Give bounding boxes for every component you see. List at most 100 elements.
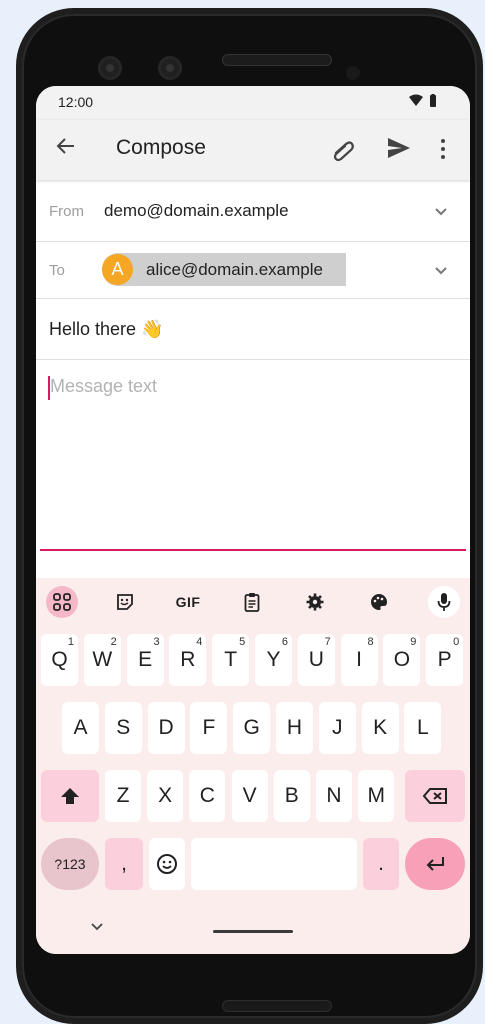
recipient-avatar: A (102, 254, 133, 285)
from-field[interactable]: From demo@domain.example (36, 182, 470, 242)
chevron-down-icon[interactable] (434, 266, 448, 276)
more-options-icon[interactable] (436, 136, 450, 162)
key-x[interactable]: X (147, 770, 184, 822)
gesture-nav-bar[interactable] (213, 930, 293, 933)
key-label: R (180, 648, 196, 671)
sticker-icon[interactable] (109, 586, 141, 618)
key-hint: 8 (367, 636, 374, 648)
key-f[interactable]: F (190, 702, 228, 754)
key-label: D (158, 716, 174, 739)
key-label: L (417, 716, 429, 739)
key-w[interactable]: W2 (83, 634, 121, 686)
key-b[interactable]: B (273, 770, 310, 822)
key-label: U (308, 648, 324, 671)
apps-grid-icon[interactable] (46, 586, 78, 618)
battery-icon (430, 95, 436, 107)
recipient-email: alice@domain.example (146, 260, 323, 279)
key-s[interactable]: S (104, 702, 142, 754)
send-icon[interactable] (386, 135, 412, 161)
screen: 12:00 Compose From demo@domain.example T… (36, 86, 470, 954)
message-placeholder: Message text (50, 376, 158, 396)
settings-gear-icon[interactable] (299, 586, 331, 618)
key-j[interactable]: J (318, 702, 356, 754)
microphone-icon[interactable] (428, 586, 460, 618)
chevron-down-icon[interactable] (434, 207, 448, 217)
key-c[interactable]: C (189, 770, 226, 822)
back-arrow-icon[interactable] (54, 134, 78, 158)
recipient-chip[interactable]: A alice@domain.example (102, 253, 346, 286)
from-label: From (49, 203, 84, 220)
period-key[interactable]: . (363, 838, 399, 890)
key-label: E (138, 648, 153, 671)
key-q[interactable]: Q1 (41, 634, 78, 686)
gif-button[interactable]: GIF (172, 586, 204, 618)
key-hint: 4 (196, 636, 203, 648)
subject-input[interactable]: Hello there 👋 (49, 319, 163, 340)
key-g[interactable]: G (233, 702, 271, 754)
key-label: P (437, 648, 452, 671)
clipboard-icon[interactable] (236, 586, 268, 618)
shift-key[interactable] (41, 770, 99, 822)
key-u[interactable]: U7 (297, 634, 335, 686)
key-k[interactable]: K (361, 702, 399, 754)
status-bar: 12:00 (36, 86, 470, 120)
theme-palette-icon[interactable] (363, 586, 395, 618)
key-label: I (356, 648, 363, 671)
key-label: Y (266, 648, 281, 671)
key-label: M (367, 784, 385, 807)
key-p[interactable]: P0 (426, 634, 464, 686)
input-focus-underline (40, 549, 466, 551)
emoji-key[interactable] (149, 838, 185, 890)
comma-key[interactable]: , (105, 838, 143, 890)
key-label: G (243, 716, 260, 739)
key-label: A (73, 716, 88, 739)
key-d[interactable]: D (147, 702, 185, 754)
key-e[interactable]: E3 (126, 634, 164, 686)
key-v[interactable]: V (231, 770, 268, 822)
to-label: To (49, 262, 65, 279)
symbols-key[interactable]: ?123 (41, 838, 99, 890)
space-bar[interactable] (191, 838, 357, 890)
page-title: Compose (116, 136, 206, 159)
to-field[interactable]: To A alice@domain.example (36, 242, 470, 299)
message-body-input[interactable]: Message text (36, 360, 470, 556)
key-label: C (199, 784, 215, 807)
key-m[interactable]: M (358, 770, 395, 822)
key-hint: 3 (153, 636, 160, 648)
key-label: K (373, 716, 388, 739)
key-t[interactable]: T5 (212, 634, 250, 686)
attachment-icon[interactable] (330, 138, 356, 162)
key-a[interactable]: A (62, 702, 99, 754)
hide-keyboard-chevron-icon[interactable] (90, 922, 104, 932)
key-h[interactable]: H (276, 702, 313, 754)
waving-hand-emoji: 👋 (141, 319, 164, 339)
key-z[interactable]: Z (105, 770, 141, 822)
key-label: J (332, 716, 343, 739)
key-l[interactable]: L (404, 702, 442, 754)
on-screen-keyboard: GIF Q1W2E3R4T5Y6U7I8O9P0 ASDFGHJKL ZXCVB… (36, 578, 470, 954)
key-hint: 1 (67, 636, 74, 648)
key-label: N (326, 784, 342, 807)
key-label: F (202, 716, 216, 739)
key-n[interactable]: N (316, 770, 352, 822)
proximity-sensor (346, 66, 360, 80)
enter-arrow-icon (426, 857, 444, 872)
key-label: H (286, 716, 303, 739)
key-label: X (158, 784, 173, 807)
earpiece-speaker (222, 54, 332, 66)
key-i[interactable]: I8 (340, 634, 378, 686)
key-r[interactable]: R4 (169, 634, 207, 686)
backspace-key[interactable] (405, 770, 465, 822)
key-hint: 7 (324, 636, 331, 648)
subject-text: Hello there (49, 319, 137, 339)
subject-field[interactable]: Hello there 👋 (36, 299, 470, 360)
from-account-select[interactable]: demo@domain.example (104, 201, 289, 221)
enter-key[interactable] (405, 838, 465, 890)
front-camera-icon (98, 56, 122, 80)
key-hint: 9 (410, 636, 417, 648)
key-o[interactable]: O9 (383, 634, 421, 686)
key-y[interactable]: Y6 (255, 634, 292, 686)
key-label: V (242, 784, 257, 807)
emoji-smiley-icon (157, 854, 177, 875)
key-hint: 5 (239, 636, 246, 648)
